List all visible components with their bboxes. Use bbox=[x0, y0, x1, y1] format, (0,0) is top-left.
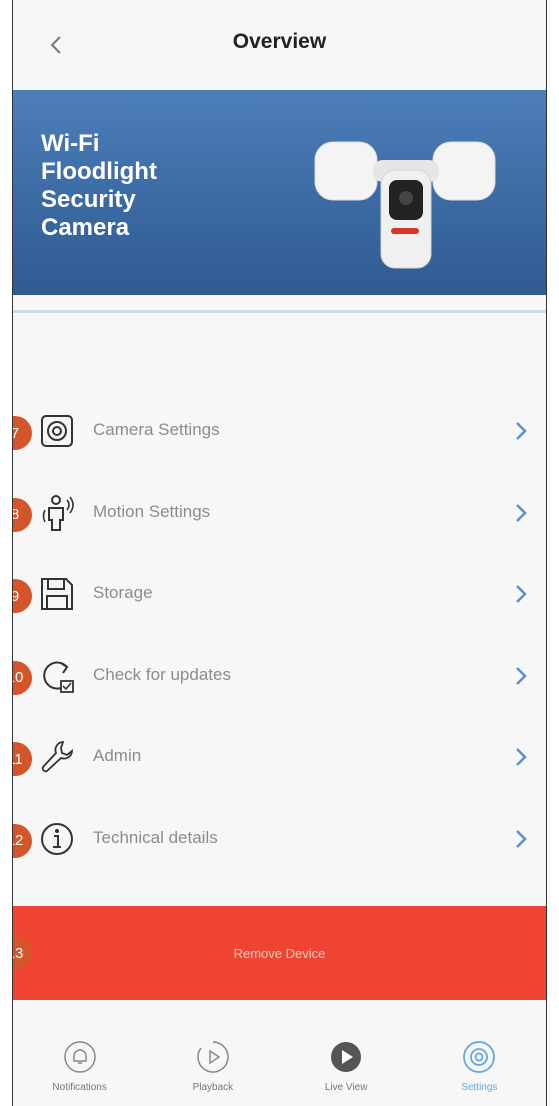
device-banner: Wi-Fi Floodlight Security Camera bbox=[13, 90, 546, 295]
menu-item-check-updates[interactable]: 10 Check for updates bbox=[13, 637, 546, 719]
callout-badge: 7 bbox=[13, 416, 32, 450]
nav-label: Live View bbox=[324, 1082, 368, 1093]
play-icon bbox=[331, 1042, 362, 1072]
callout-badge: 13 bbox=[13, 936, 32, 970]
nav-playback[interactable]: Playback bbox=[146, 1024, 279, 1106]
remove-device-label: Remove Device bbox=[233, 945, 326, 961]
banner-divider bbox=[13, 310, 546, 313]
remove-device-button[interactable]: 13 Remove Device bbox=[13, 906, 546, 1000]
menu-item-admin[interactable]: 11 Admin bbox=[13, 718, 546, 800]
playback-icon bbox=[197, 1041, 229, 1073]
menu-item-technical-details[interactable]: 12 Technical details bbox=[13, 800, 546, 882]
menu-item-label: Camera Settings bbox=[93, 420, 220, 439]
menu-item-label: Technical details bbox=[93, 827, 218, 847]
chevron-right-icon bbox=[516, 422, 527, 440]
callout-badge: 9 bbox=[13, 579, 32, 613]
floodlight-camera-image bbox=[314, 141, 496, 269]
callout-badge: 10 bbox=[13, 660, 32, 695]
chevron-right-icon bbox=[516, 829, 527, 848]
callout-badge: 11 bbox=[13, 742, 32, 776]
device-name-line: Security bbox=[41, 186, 136, 213]
camera-settings-icon bbox=[41, 415, 73, 447]
nav-label: Playback bbox=[192, 1082, 234, 1093]
nav-label: Notifications bbox=[52, 1082, 107, 1093]
chevron-right-icon bbox=[516, 748, 527, 766]
menu-item-storage[interactable]: 9 Storage bbox=[13, 555, 546, 637]
floppy-disk-icon bbox=[41, 578, 73, 610]
chevron-right-icon bbox=[516, 503, 527, 522]
nav-notifications[interactable]: Notifications bbox=[13, 1024, 146, 1106]
page-title: Overview bbox=[232, 30, 327, 53]
chevron-right-icon bbox=[516, 666, 527, 685]
menu-item-label: Storage bbox=[93, 583, 153, 602]
device-name-line: Floodlight bbox=[41, 158, 157, 185]
app-screen: Overview Wi-Fi Floodlight Security Camer… bbox=[12, 0, 547, 1106]
menu-item-label: Check for updates bbox=[93, 664, 231, 684]
callout-badge: 8 bbox=[13, 497, 32, 532]
device-name-line: Wi-Fi bbox=[41, 130, 100, 157]
top-bar: Overview bbox=[13, 0, 546, 90]
device-name: Wi-Fi Floodlight Security Camera bbox=[41, 130, 241, 242]
update-icon bbox=[43, 661, 74, 693]
menu-item-camera-settings[interactable]: 7 Camera Settings bbox=[13, 392, 546, 474]
callout-badge: 12 bbox=[13, 823, 32, 858]
nav-settings[interactable]: Settings bbox=[413, 1024, 546, 1106]
nav-label: Settings bbox=[461, 1082, 498, 1093]
settings-gear-icon bbox=[463, 1041, 496, 1073]
chevron-right-icon bbox=[516, 585, 527, 603]
motion-icon bbox=[42, 494, 74, 531]
menu-item-label: Admin bbox=[93, 746, 142, 765]
bell-icon bbox=[63, 1041, 96, 1073]
menu-item-motion-settings[interactable]: 8 Motion Settings bbox=[13, 474, 546, 556]
wrench-icon bbox=[41, 741, 74, 773]
info-icon bbox=[41, 822, 73, 855]
settings-menu: 7 Camera Settings 8 Motion Settings bbox=[13, 392, 546, 881]
device-name-line: Camera bbox=[41, 214, 130, 241]
menu-item-label: Motion Settings bbox=[93, 501, 211, 521]
bottom-nav: Notifications Playback Live View Setting… bbox=[13, 1024, 546, 1106]
nav-live-view[interactable]: Live View bbox=[280, 1024, 413, 1106]
